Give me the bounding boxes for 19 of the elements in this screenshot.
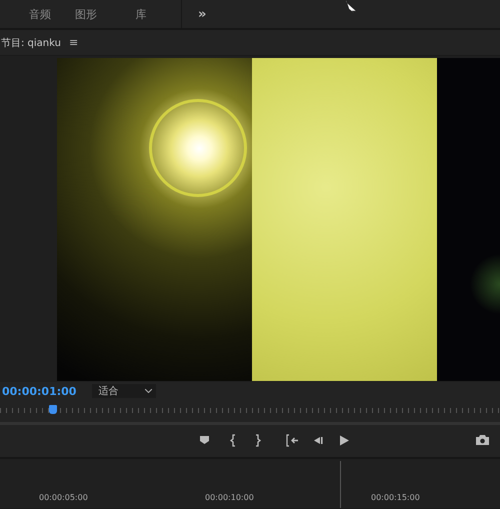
cursor-icon [346,0,358,13]
caret-icon [145,389,152,393]
workspace-tab[interactable]: 库 [109,6,173,22]
panel-menu-button[interactable]: ≡ [68,36,78,49]
workspace-tab[interactable]: 图形 [63,6,109,22]
camera-icon [475,433,490,448]
time-label: 00:00:15:00 [371,493,420,502]
bracket-icon [230,434,237,447]
time-label: 00:00:05:00 [39,493,88,502]
bracket-icon [254,434,261,447]
go-to-in-icon [285,433,300,448]
panel-title[interactable]: 节目: qianku [1,36,61,50]
timecode[interactable]: 00:00:01:00 [2,384,76,398]
workspace-tab[interactable]: 音频 [17,6,63,22]
go-to-in-button[interactable] [285,433,301,449]
playhead[interactable] [48,405,56,414]
zoom-dropdown[interactable]: 适合 [92,384,156,398]
time-label: 00:00:10:00 [205,493,254,502]
overflow-button[interactable]: » [192,6,212,22]
